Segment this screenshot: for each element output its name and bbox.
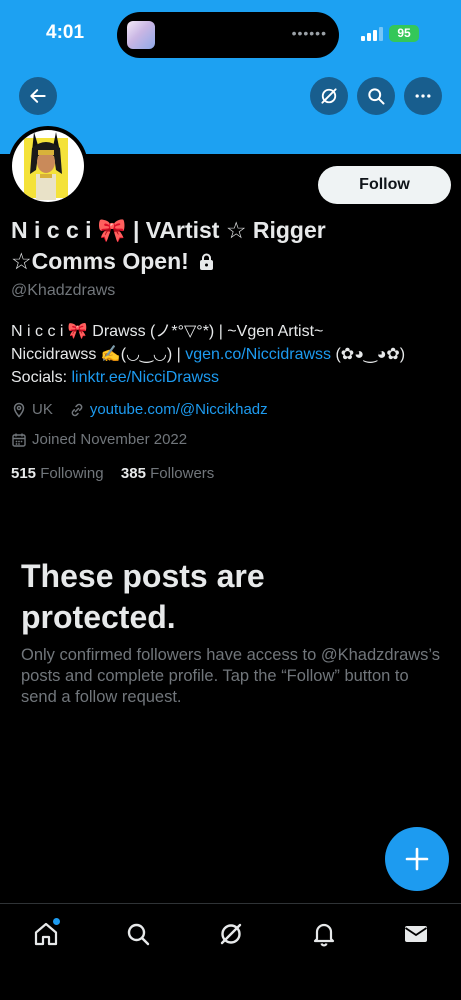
following-label: Following [40, 465, 104, 482]
following-count: 515 [11, 465, 37, 482]
more-icon [415, 94, 431, 98]
avatar-illustration [24, 132, 68, 200]
link-icon [71, 403, 83, 416]
status-bar: 4:01 •••••• 95 [0, 0, 461, 64]
profile-display-name: N i c c i 🎀 | VArtist ☆ Rigger ☆Comms Op… [11, 215, 431, 277]
vgen-link[interactable]: vgen.co/Niccidrawss [185, 346, 331, 363]
protected-posts-title: These posts are protected. [21, 558, 265, 635]
profile-avatar[interactable] [12, 130, 84, 202]
display-name-text: N i c c i 🎀 | VArtist ☆ Rigger ☆Comms Op… [11, 217, 326, 274]
calendar-icon [12, 433, 26, 447]
now-playing-thumbnail [127, 21, 155, 49]
profile-meta-joined: Joined November 2022 [11, 431, 187, 448]
linktree-link[interactable]: linktr.ee/NicciDrawss [71, 369, 219, 386]
bio-line-3-text: Socials: [11, 369, 72, 386]
bottom-tab-bar [0, 903, 461, 1000]
search-icon [127, 923, 150, 946]
status-time: 4:01 [46, 22, 85, 43]
bio-line-2-text: Niccidrawss ✍️(◡‿◡) | [11, 346, 186, 363]
grok-icon [220, 923, 242, 945]
dynamic-island[interactable]: •••••• [117, 12, 339, 58]
battery-indicator: 95 [389, 25, 419, 42]
plus-icon [405, 847, 429, 871]
follow-button[interactable]: Follow [318, 166, 451, 204]
tab-search[interactable] [120, 916, 156, 952]
cellular-signal-icon [361, 27, 383, 41]
grok-icon [321, 88, 337, 104]
home-notification-badge [53, 918, 60, 925]
profile-handle: @Khadzdraws [11, 282, 116, 299]
tab-messages[interactable] [398, 916, 434, 952]
profile-stats: 515 Following 385 Followers [11, 465, 214, 482]
protected-posts-body: Only confirmed followers have access to … [21, 646, 441, 706]
activity-dots-icon: •••••• [291, 25, 327, 41]
notifications-icon [313, 923, 335, 947]
profile-meta-location-website: UK youtube.com/@Niccikhadz [11, 401, 268, 418]
followers-count: 385 [120, 465, 146, 482]
search-icon [368, 88, 385, 105]
website-link[interactable]: youtube.com/@Niccikhadz [90, 401, 268, 418]
back-button[interactable] [19, 77, 57, 115]
tab-notifications[interactable] [306, 916, 342, 952]
location-text: UK [32, 401, 53, 418]
bio-line-1: N i c c i 🎀 Drawss (ノ*°▽°*) | ~Vgen Arti… [11, 323, 324, 340]
messages-icon [405, 926, 427, 942]
profile-bio: N i c c i 🎀 Drawss (ノ*°▽°*) | ~Vgen Arti… [11, 320, 451, 389]
location-icon [13, 402, 25, 418]
joined-text: Joined November 2022 [32, 431, 188, 448]
bio-line-2: Niccidrawss ✍️(◡‿◡) | vgen.co/Niccidraws… [11, 343, 451, 366]
bio-line-2-suffix: (✿◕‿◕✿) [331, 346, 406, 363]
more-options-button[interactable] [404, 77, 442, 115]
lock-icon [200, 253, 214, 270]
tab-grok[interactable] [213, 916, 249, 952]
tab-home[interactable] [28, 916, 64, 952]
bio-line-3: Socials: linktr.ee/NicciDrawss [11, 366, 451, 389]
grok-button[interactable] [310, 77, 348, 115]
compose-post-button[interactable] [385, 827, 449, 891]
back-arrow-icon [30, 89, 46, 103]
following-stat[interactable]: 515 Following [11, 465, 104, 482]
followers-label: Followers [150, 465, 215, 482]
followers-stat[interactable]: 385 Followers [121, 465, 214, 482]
search-button[interactable] [357, 77, 395, 115]
